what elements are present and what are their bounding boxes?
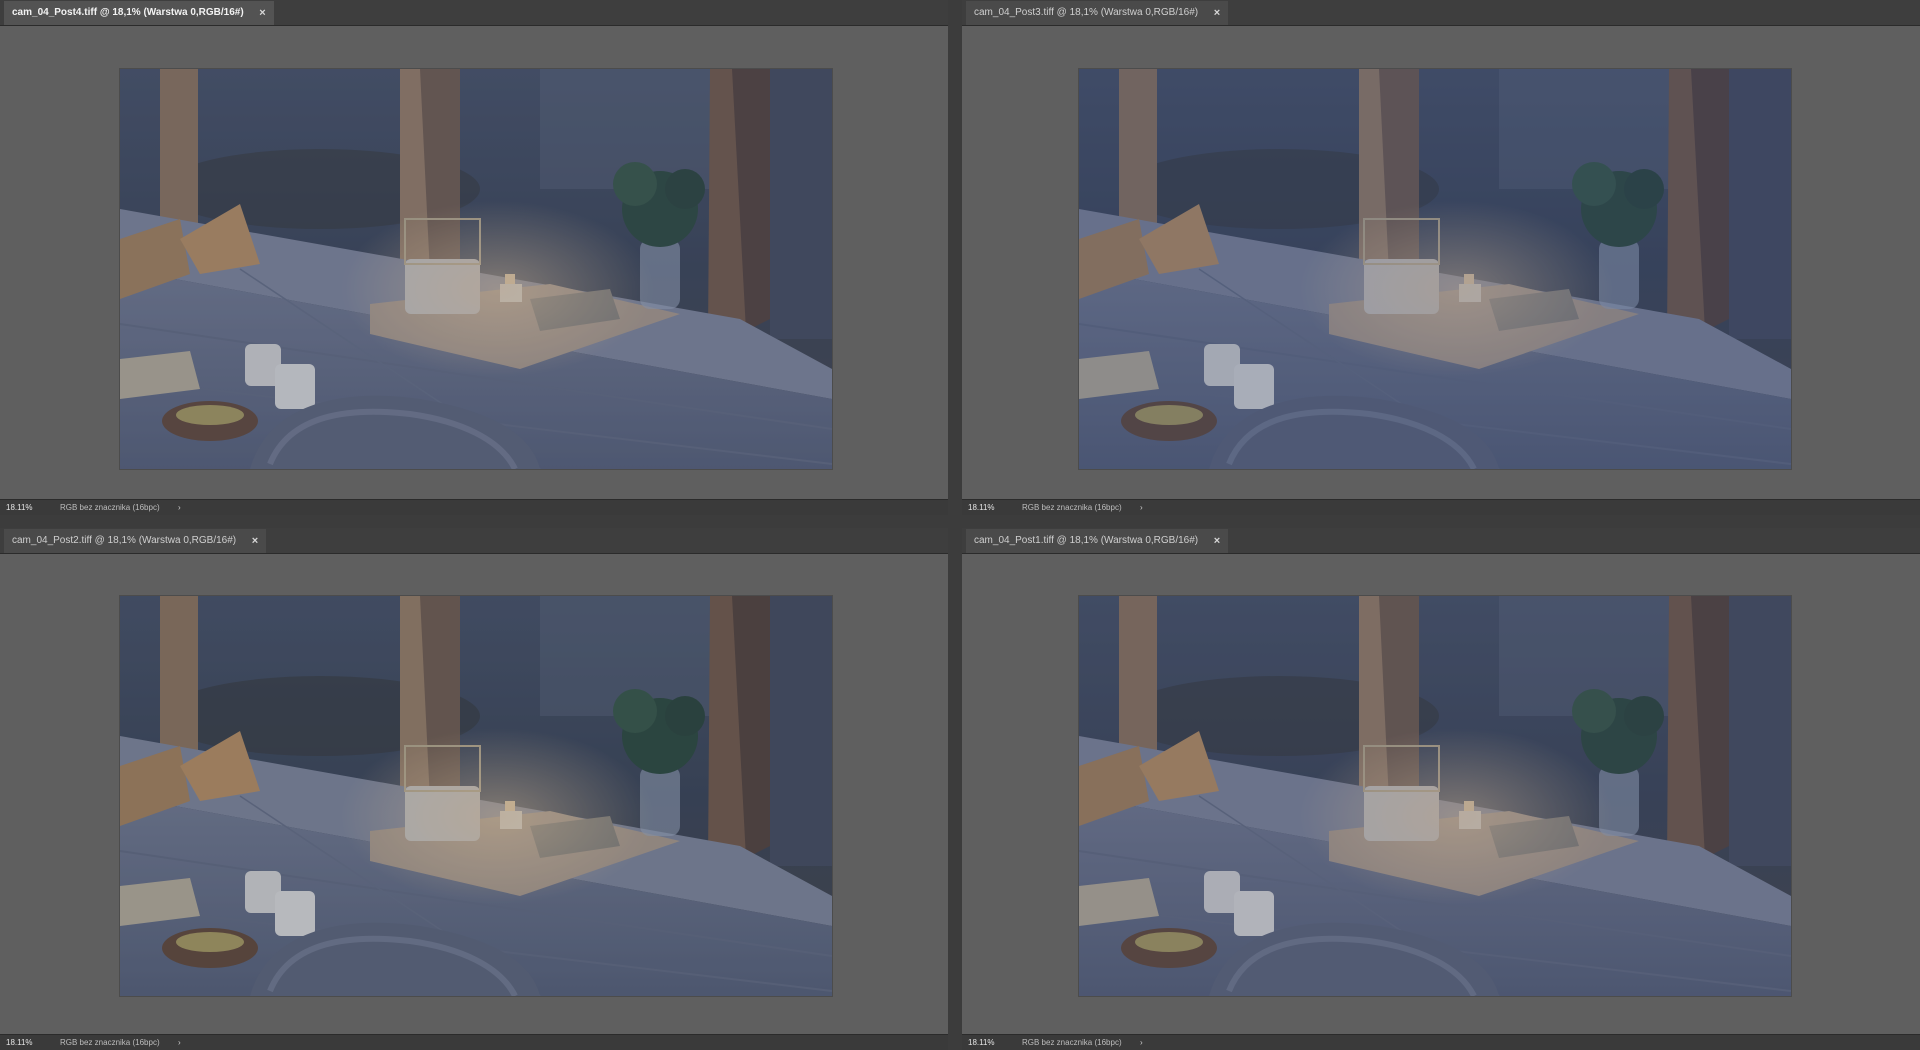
document-tab[interactable]: cam_04_Post3.tiff @ 18,1% (Warstwa 0,RGB… [966, 1, 1229, 25]
rendered-image [1079, 596, 1791, 996]
document-status-bar: 18.11% RGB bez znacznika (16bpc) › [962, 1034, 1920, 1050]
document-tab-title: cam_04_Post2.tiff @ 18,1% (Warstwa 0,RGB… [12, 535, 237, 546]
color-profile-info: RGB bez znacznika (16bpc) [1022, 503, 1122, 512]
document-tab[interactable]: cam_04_Post2.tiff @ 18,1% (Warstwa 0,RGB… [4, 529, 267, 553]
document-canvas[interactable] [962, 26, 1920, 500]
document-tab[interactable]: cam_04_Post4.tiff @ 18,1% (Warstwa 0,RGB… [4, 1, 274, 25]
status-menu-arrow-icon[interactable]: › [178, 500, 181, 515]
close-tab-icon[interactable]: × [1214, 1, 1220, 25]
status-menu-arrow-icon[interactable]: › [178, 1035, 181, 1050]
rendered-image [1079, 69, 1791, 469]
zoom-level-field[interactable]: 18.11% [6, 500, 46, 515]
document-status-bar: 18.11% RGB bez znacznika (16bpc) › [0, 499, 948, 515]
rendered-image [120, 596, 832, 996]
color-profile-info: RGB bez znacznika (16bpc) [1022, 1038, 1122, 1047]
document-window-post3[interactable]: cam_04_Post3.tiff @ 18,1% (Warstwa 0,RGB… [962, 0, 1920, 515]
document-canvas[interactable] [0, 26, 948, 500]
document-tab-title: cam_04_Post4.tiff @ 18,1% (Warstwa 0,RGB… [12, 7, 244, 18]
document-window-post1[interactable]: cam_04_Post1.tiff @ 18,1% (Warstwa 0,RGB… [962, 528, 1920, 1050]
zoom-level-field[interactable]: 18.11% [6, 1035, 46, 1050]
color-profile-info: RGB bez znacznika (16bpc) [60, 1038, 160, 1047]
document-tab-title: cam_04_Post1.tiff @ 18,1% (Warstwa 0,RGB… [974, 535, 1199, 546]
document-status-bar: 18.11% RGB bez znacznika (16bpc) › [962, 499, 1920, 515]
document-window-post4[interactable]: cam_04_Post4.tiff @ 18,1% (Warstwa 0,RGB… [0, 0, 948, 515]
document-tab-bar: cam_04_Post3.tiff @ 18,1% (Warstwa 0,RGB… [962, 0, 1920, 26]
document-tab-bar: cam_04_Post1.tiff @ 18,1% (Warstwa 0,RGB… [962, 528, 1920, 554]
zoom-level-field[interactable]: 18.11% [968, 500, 1008, 515]
status-menu-arrow-icon[interactable]: › [1140, 500, 1143, 515]
document-status-bar: 18.11% RGB bez znacznika (16bpc) › [0, 1034, 948, 1050]
document-canvas[interactable] [0, 554, 948, 1035]
horizontal-panel-splitter[interactable] [0, 515, 1920, 528]
rendered-image [120, 69, 832, 469]
document-tab-bar: cam_04_Post2.tiff @ 18,1% (Warstwa 0,RGB… [0, 528, 948, 554]
document-window-post2[interactable]: cam_04_Post2.tiff @ 18,1% (Warstwa 0,RGB… [0, 528, 948, 1050]
document-canvas[interactable] [962, 554, 1920, 1035]
color-profile-info: RGB bez znacznika (16bpc) [60, 503, 160, 512]
document-tab-bar: cam_04_Post4.tiff @ 18,1% (Warstwa 0,RGB… [0, 0, 948, 26]
zoom-level-field[interactable]: 18.11% [968, 1035, 1008, 1050]
close-tab-icon[interactable]: × [1214, 529, 1220, 553]
status-menu-arrow-icon[interactable]: › [1140, 1035, 1143, 1050]
photoshop-workspace: cam_04_Post4.tiff @ 18,1% (Warstwa 0,RGB… [0, 0, 1920, 1050]
close-tab-icon[interactable]: × [259, 1, 265, 25]
document-tab[interactable]: cam_04_Post1.tiff @ 18,1% (Warstwa 0,RGB… [966, 529, 1229, 553]
document-tab-title: cam_04_Post3.tiff @ 18,1% (Warstwa 0,RGB… [974, 7, 1199, 18]
close-tab-icon[interactable]: × [252, 529, 258, 553]
